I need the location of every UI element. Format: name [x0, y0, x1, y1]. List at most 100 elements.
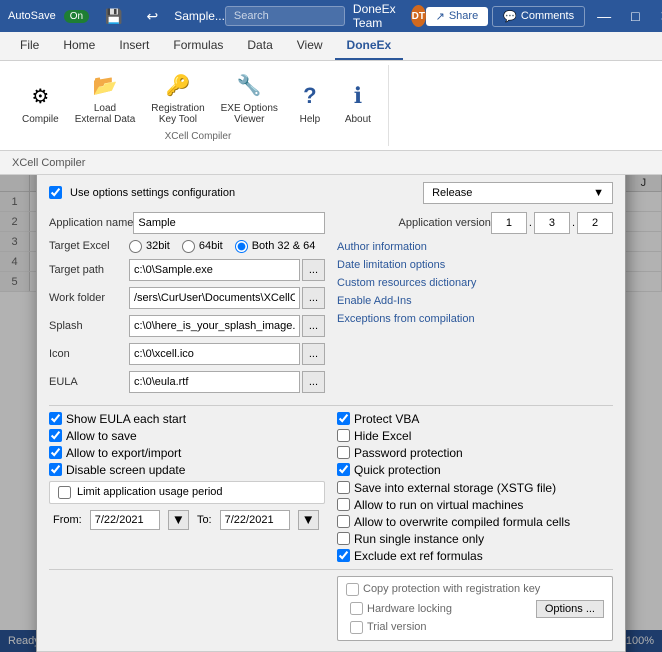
tab-formulas[interactable]: Formulas	[161, 32, 235, 60]
icon-browse[interactable]: ...	[302, 343, 325, 365]
minimize-button[interactable]: —	[589, 6, 619, 26]
version-major[interactable]	[491, 212, 527, 234]
title-bar-right: ↗ Share 💬 Comments — □ ✕	[426, 6, 662, 27]
protection-box: Copy protection with registration key Ha…	[337, 576, 613, 641]
quick-protection-row[interactable]: Quick protection	[337, 463, 613, 477]
undo-button[interactable]: ↩	[138, 6, 166, 27]
eula-input[interactable]	[129, 371, 300, 393]
trial-version-checkbox[interactable]	[350, 621, 363, 634]
tab-insert[interactable]: Insert	[107, 32, 161, 60]
ribbon-help[interactable]: ? Help	[288, 76, 332, 129]
allow-virtual-row[interactable]: Allow to run on virtual machines	[337, 498, 613, 512]
share-button[interactable]: ↗ Share	[426, 7, 489, 26]
release-dropdown[interactable]: Release ▼	[423, 182, 613, 204]
custom-resources-link[interactable]: Custom resources dictionary	[337, 276, 613, 290]
tab-doneex[interactable]: DoneEx	[335, 32, 404, 60]
options-button[interactable]: Options ...	[536, 600, 604, 618]
radio-64bit[interactable]: 64bit	[182, 240, 223, 253]
to-date-input[interactable]	[220, 510, 290, 530]
icon-input[interactable]	[129, 343, 300, 365]
author-info-link[interactable]: Author information	[337, 240, 613, 254]
target-path-input[interactable]	[129, 259, 300, 281]
save-external-checkbox[interactable]	[337, 481, 350, 494]
app-name-input[interactable]	[133, 212, 325, 234]
tab-home[interactable]: Home	[51, 32, 107, 60]
password-protection-checkbox[interactable]	[337, 446, 350, 459]
save-button[interactable]: 💾	[97, 6, 130, 27]
version-patch[interactable]	[577, 212, 613, 234]
target-path-browse[interactable]: ...	[302, 259, 325, 281]
autosave-toggle[interactable]: On	[64, 10, 89, 23]
allow-export-row[interactable]: Allow to export/import	[49, 446, 325, 460]
exclude-ext-ref-row[interactable]: Exclude ext ref formulas	[337, 549, 613, 563]
to-date-picker[interactable]: ▼	[298, 510, 319, 530]
disable-screen-checkbox[interactable]	[49, 463, 62, 476]
version-minor[interactable]	[534, 212, 570, 234]
target-path-label: Target path	[49, 264, 129, 276]
ribbon-about[interactable]: ℹ About	[336, 76, 380, 129]
tab-view[interactable]: View	[285, 32, 335, 60]
compiler-dialog: DoneEx XCell Compiler 3.0 ✕ Use options …	[36, 175, 626, 652]
hide-excel-checkbox[interactable]	[337, 429, 350, 442]
maximize-button[interactable]: □	[623, 6, 647, 26]
show-eula-row[interactable]: Show EULA each start	[49, 412, 325, 426]
ribbon-reg-key-tool[interactable]: 🔑 RegistrationKey Tool	[145, 65, 210, 129]
save-external-row[interactable]: Save into external storage (XSTG file)	[337, 481, 613, 495]
dialog-body: Use options settings configuration Relea…	[37, 175, 625, 651]
splash-label: Splash	[49, 320, 129, 332]
run-single-row[interactable]: Run single instance only	[337, 532, 613, 546]
run-single-label: Run single instance only	[354, 532, 484, 546]
allow-virtual-checkbox[interactable]	[337, 498, 350, 511]
allow-overwrite-row[interactable]: Allow to overwrite compiled formula cell…	[337, 515, 613, 529]
run-single-checkbox[interactable]	[337, 532, 350, 545]
version-dot-1: .	[529, 217, 532, 229]
allow-save-row[interactable]: Allow to save	[49, 429, 325, 443]
radio-both[interactable]: Both 32 & 64	[235, 240, 316, 253]
icon-label: Icon	[49, 348, 129, 360]
copy-protection-checkbox[interactable]	[346, 583, 359, 596]
tab-data[interactable]: Data	[235, 32, 284, 60]
disable-screen-row[interactable]: Disable screen update	[49, 463, 325, 477]
ribbon-exe-options[interactable]: 🔧 EXE OptionsViewer	[215, 65, 284, 129]
allow-export-checkbox[interactable]	[49, 446, 62, 459]
hide-excel-row[interactable]: Hide Excel	[337, 429, 613, 443]
date-limit-link[interactable]: Date limitation options	[337, 258, 613, 272]
save-external-label: Save into external storage (XSTG file)	[354, 481, 556, 495]
comments-button[interactable]: 💬 Comments	[492, 6, 585, 27]
allow-overwrite-checkbox[interactable]	[337, 515, 350, 528]
exclude-ext-ref-checkbox[interactable]	[337, 549, 350, 562]
work-folder-browse[interactable]: ...	[302, 287, 325, 309]
splash-browse[interactable]: ...	[302, 315, 325, 337]
password-protection-row[interactable]: Password protection	[337, 446, 613, 460]
allow-save-checkbox[interactable]	[49, 429, 62, 442]
window-close-button[interactable]: ✕	[652, 6, 662, 27]
search-input[interactable]	[225, 6, 345, 26]
use-options-checkbox[interactable]	[49, 186, 62, 199]
version-dot-2: .	[572, 217, 575, 229]
hardware-locking-checkbox[interactable]	[350, 602, 363, 615]
copy-protection-row: Copy protection with registration key	[346, 583, 604, 596]
eula-browse[interactable]: ...	[302, 371, 325, 393]
formula-area: XCell Compiler	[0, 151, 662, 175]
protect-vba-checkbox[interactable]	[337, 412, 350, 425]
exclude-ext-ref-label: Exclude ext ref formulas	[354, 549, 483, 563]
load-external-label: LoadExternal Data	[75, 103, 136, 125]
enable-addins-link[interactable]: Enable Add-Ins	[337, 294, 613, 308]
exceptions-link[interactable]: Exceptions from compilation	[337, 312, 613, 326]
protect-vba-row[interactable]: Protect VBA	[337, 412, 613, 426]
from-date-picker[interactable]: ▼	[168, 510, 189, 530]
quick-protection-checkbox[interactable]	[337, 463, 350, 476]
from-date-input[interactable]	[90, 510, 160, 530]
tab-file[interactable]: File	[8, 32, 51, 60]
limit-period-checkbox[interactable]	[58, 486, 71, 499]
work-folder-input[interactable]	[129, 287, 300, 309]
show-eula-checkbox[interactable]	[49, 412, 62, 425]
radio-64bit-label: 64bit	[199, 240, 223, 252]
load-external-icon: 📂	[89, 69, 121, 101]
radio-32bit[interactable]: 32bit	[129, 240, 170, 253]
splash-input[interactable]	[129, 315, 300, 337]
ribbon-load-external[interactable]: 📂 LoadExternal Data	[69, 65, 142, 129]
ribbon-compile[interactable]: ⚙ Compile	[16, 76, 65, 129]
ribbon-group-label: XCell Compiler	[165, 131, 232, 142]
target-path-row: Target path ...	[49, 259, 325, 281]
